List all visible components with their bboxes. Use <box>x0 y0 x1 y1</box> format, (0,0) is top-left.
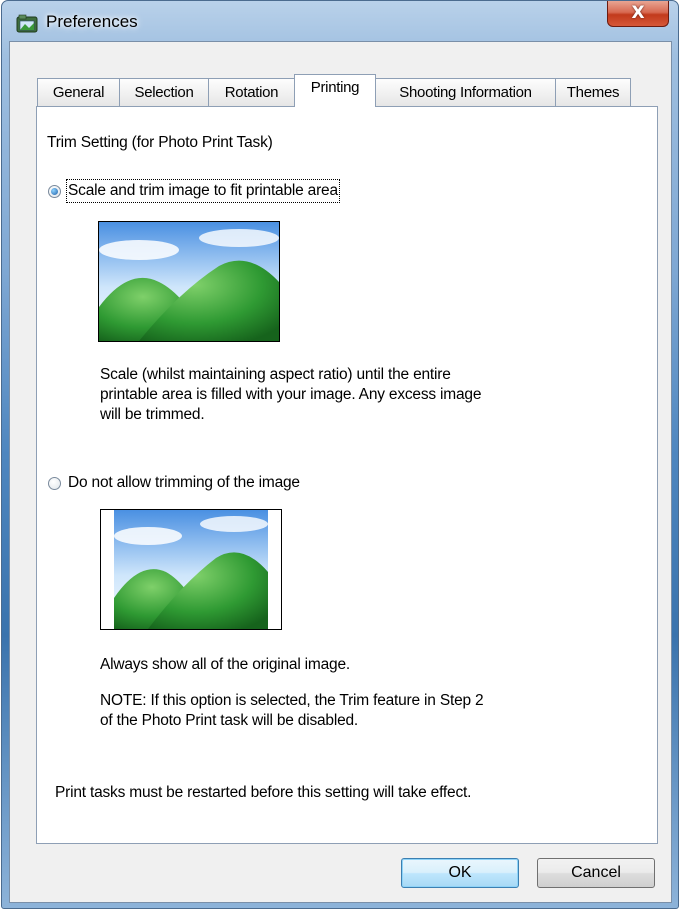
trim-option-label[interactable]: Scale and trim image to fit printable ar… <box>66 179 340 203</box>
tab-themes[interactable]: Themes <box>555 78 631 106</box>
landscape-image <box>99 222 279 341</box>
printing-panel: Trim Setting (for Photo Print Task) Scal… <box>36 106 658 844</box>
tab-general[interactable]: General <box>37 78 120 106</box>
trim-desc-line-2: printable area is filled with your image… <box>100 386 482 403</box>
tab-selection[interactable]: Selection <box>119 78 209 106</box>
trim-radio[interactable] <box>48 185 61 198</box>
tab-shooting-information[interactable]: Shooting Information <box>375 78 556 106</box>
camera-app-icon <box>16 14 38 33</box>
trim-desc-line-3: will be trimmed. <box>100 406 205 423</box>
preferences-window: Preferences X General Selection Rotation… <box>1 0 679 909</box>
no-trim-desc: Always show all of the original image. <box>100 656 350 673</box>
close-button[interactable]: X <box>607 1 669 27</box>
footer-note: Print tasks must be restarted before thi… <box>55 784 472 801</box>
no-trim-note-line-1: NOTE: If this option is selected, the Tr… <box>100 692 484 709</box>
cancel-button[interactable]: Cancel <box>537 858 655 888</box>
section-title: Trim Setting (for Photo Print Task) <box>47 134 273 151</box>
trim-desc-line-1: Scale (whilst maintaining aspect ratio) … <box>100 366 451 383</box>
tab-rotation[interactable]: Rotation <box>208 78 295 106</box>
landscape-image-letterboxed <box>101 510 281 629</box>
close-icon: X <box>631 3 645 23</box>
tab-printing[interactable]: Printing <box>294 74 376 107</box>
no-trim-note-line-2: of the Photo Print task will be disabled… <box>100 712 359 729</box>
ok-button[interactable]: OK <box>401 858 519 888</box>
trim-illustration <box>98 221 280 342</box>
window-title: Preferences <box>46 12 138 31</box>
no-trim-option-label[interactable]: Do not allow trimming of the image <box>68 473 300 493</box>
no-trim-illustration <box>100 509 282 630</box>
no-trim-radio[interactable] <box>48 477 61 490</box>
title-bar[interactable]: Preferences X <box>2 1 678 41</box>
dialog-client-area: General Selection Rotation Printing Shoo… <box>9 41 672 903</box>
